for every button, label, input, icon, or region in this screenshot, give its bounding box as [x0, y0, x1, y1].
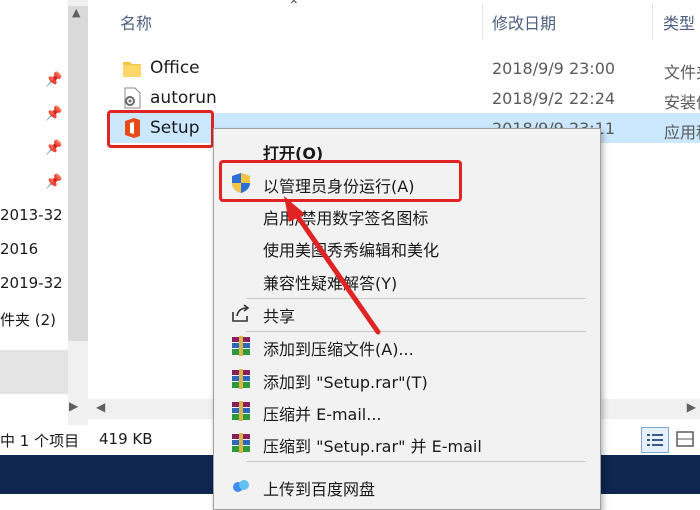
- menu-item-label: 使用美图秀秀编辑和美化: [263, 241, 440, 260]
- status-selection: 中 1 个项目: [0, 432, 80, 450]
- share-icon: [232, 304, 250, 322]
- pin-icon: 📌: [45, 72, 63, 88]
- scroll-left-arrow-icon[interactable]: ◀: [96, 400, 105, 414]
- menu-item-add-to-setup-rar[interactable]: 添加到 "Setup.rar"(T): [214, 363, 600, 395]
- scroll-up-arrow-icon[interactable]: ▲: [72, 6, 80, 19]
- sort-ascending-icon: ⌃: [288, 0, 300, 14]
- menu-item-toggle-signature-icon[interactable]: 启用/禁用数字签名图标: [214, 199, 600, 231]
- menu-item-meitu-edit[interactable]: 使用美图秀秀编辑和美化: [214, 231, 600, 263]
- column-header-name[interactable]: 名称: [120, 10, 152, 34]
- menu-item-label: 共享: [263, 307, 296, 326]
- details-view-button[interactable]: [641, 427, 669, 453]
- large-icons-view-icon: [676, 431, 694, 447]
- column-divider[interactable]: [482, 4, 483, 40]
- winrar-icon: [232, 369, 250, 389]
- file-date: 2018/9/9 23:00: [492, 59, 616, 78]
- menu-item-label: 添加到压缩文件(A)...: [263, 340, 414, 359]
- file-name: autorun: [150, 88, 217, 108]
- nav-item[interactable]: 件夹 (2): [0, 309, 56, 330]
- menu-item-compat-troubleshoot[interactable]: 兼容性疑难解答(Y): [214, 264, 600, 296]
- winrar-icon: [232, 433, 250, 453]
- folder-icon: [123, 62, 141, 77]
- menu-item-label: 压缩到 "Setup.rar" 并 E-mail: [263, 437, 482, 456]
- nav-item[interactable]: 2013-32: [0, 206, 63, 224]
- pin-icon: 📌: [45, 140, 63, 156]
- file-type: 应用程序: [664, 123, 700, 142]
- setup-highlight-box: [107, 110, 214, 148]
- settings-file-icon: [124, 87, 141, 109]
- menu-separator: [246, 461, 586, 462]
- menu-item-compress-email[interactable]: 压缩并 E-mail...: [214, 395, 600, 427]
- file-type: 文件夹: [664, 63, 700, 82]
- menu-item-upload-baidu[interactable]: 上传到百度网盘: [214, 470, 600, 502]
- navigation-pane: 📌 📌 📌 📌 2013-32 2016 2019-32 件夹 (2): [0, 0, 68, 425]
- column-header-type[interactable]: 类型: [663, 10, 695, 34]
- scroll-right-arrow-icon[interactable]: ▶: [69, 399, 78, 413]
- scroll-right-arrow-icon[interactable]: ▶: [687, 400, 696, 414]
- menu-item-add-to-archive[interactable]: 添加到压缩文件(A)...: [214, 330, 600, 362]
- run-as-admin-highlight-box: [219, 160, 462, 202]
- details-view-icon: [647, 434, 663, 446]
- nav-item[interactable]: 2019-32: [0, 274, 63, 292]
- menu-item-share[interactable]: 共享: [214, 297, 600, 329]
- status-size: 419 KB: [99, 430, 153, 448]
- pin-icon: 📌: [45, 174, 63, 190]
- column-divider[interactable]: [652, 4, 653, 40]
- nav-scrollbar[interactable]: [68, 0, 88, 425]
- nav-scrollbar-horizontal[interactable]: [0, 350, 68, 394]
- menu-item-compress-setup-rar-email[interactable]: 压缩到 "Setup.rar" 并 E-mail: [214, 427, 600, 459]
- nav-item[interactable]: 2016: [0, 240, 38, 258]
- file-row-autorun[interactable]: autorun 2018/9/2 22:24 安装信息: [110, 83, 700, 113]
- menu-item-label: 启用/禁用数字签名图标: [263, 209, 429, 228]
- file-name: Office: [150, 58, 200, 78]
- winrar-icon: [232, 401, 250, 421]
- column-header-modified[interactable]: 修改日期: [492, 10, 556, 34]
- nav-scrollbar-thumb[interactable]: [68, 6, 88, 341]
- menu-item-label: 添加到 "Setup.rar"(T): [263, 373, 428, 392]
- large-icons-view-button[interactable]: [673, 427, 697, 451]
- menu-item-label: 上传到百度网盘: [263, 480, 376, 499]
- file-row-office[interactable]: Office 2018/9/9 23:00 文件夹: [110, 53, 700, 83]
- pin-icon: 📌: [45, 106, 63, 122]
- winrar-icon: [232, 336, 250, 356]
- file-type: 安装信息: [664, 93, 700, 112]
- menu-item-label: 兼容性疑难解答(Y): [263, 274, 398, 293]
- menu-item-label: 压缩并 E-mail...: [263, 405, 382, 424]
- file-date: 2018/9/2 22:24: [492, 89, 616, 108]
